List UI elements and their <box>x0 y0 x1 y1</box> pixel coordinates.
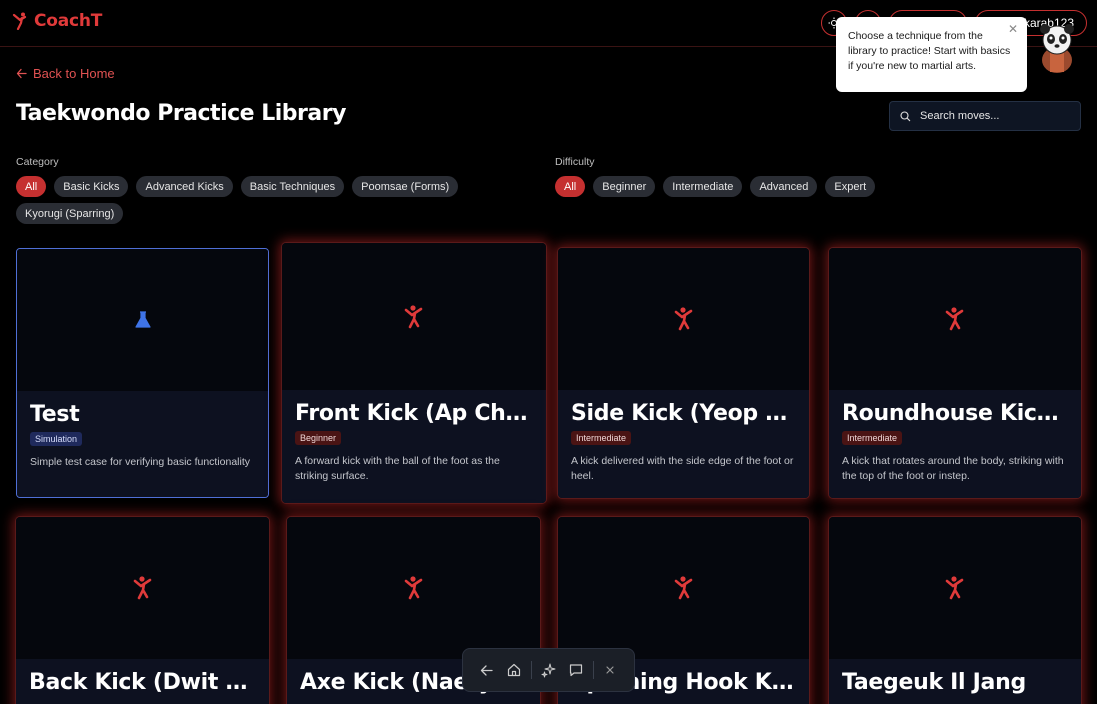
card-media <box>282 243 546 390</box>
difficulty-badge: Intermediate <box>842 431 903 445</box>
card-description: Simple test case for verifying basic fun… <box>30 456 251 468</box>
chat-icon <box>569 664 583 677</box>
floating-toolbar <box>462 648 635 692</box>
technique-card[interactable]: Front Kick (Ap Chagi) Beginner A forward… <box>282 243 546 503</box>
toolbar-ai-button[interactable] <box>537 659 559 681</box>
toolbar-divider <box>530 661 532 679</box>
category-chip-basic-kicks[interactable]: Basic Kicks <box>54 176 129 197</box>
card-description: A forward kick with the ball of the foot… <box>295 455 500 482</box>
kick-icon <box>945 576 964 600</box>
arrow-left-icon <box>16 68 27 79</box>
difficulty-label: Difficulty <box>555 156 595 168</box>
card-body: Back Kick (Dwit Chagi) <box>16 659 269 704</box>
toolbar-chat-button[interactable] <box>565 659 587 681</box>
kick-icon <box>404 304 423 328</box>
difficulty-badge: Beginner <box>295 431 342 445</box>
difficulty-badge: Intermediate <box>571 431 632 445</box>
card-title: Back Kick (Dwit Chagi) <box>29 670 256 695</box>
category-chip-advanced-kicks[interactable]: Advanced Kicks <box>136 176 233 197</box>
card-media <box>829 517 1081 659</box>
technique-card[interactable]: Side Kick (Yeop Chagi) Intermediate A ki… <box>558 248 809 498</box>
toolbar-divider <box>592 661 594 679</box>
technique-card[interactable]: Roundhouse Kick (Dollyeo Chagi) Intermed… <box>829 248 1081 498</box>
card-body: Taegeuk Il Jang <box>829 659 1081 704</box>
back-to-home-link[interactable]: Back to Home <box>16 66 115 81</box>
difficulty-filter: All Beginner Intermediate Advanced Exper… <box>555 176 955 197</box>
card-title: Test <box>30 402 80 427</box>
card-media <box>17 249 268 391</box>
card-media <box>558 517 809 659</box>
card-title: Taegeuk Il Jang <box>842 670 1026 695</box>
card-body: Front Kick (Ap Chagi) Beginner A forward… <box>282 390 546 503</box>
kick-icon <box>133 576 151 600</box>
difficulty-badge: Simulation <box>30 432 83 446</box>
category-filter: All Basic Kicks Advanced Kicks Basic Tec… <box>16 176 486 224</box>
category-chip-poomsae[interactable]: Poomsae (Forms) <box>352 176 459 197</box>
difficulty-chip-advanced[interactable]: Advanced <box>750 176 818 197</box>
card-body: Test Simulation Simple test case for ver… <box>17 391 268 497</box>
technique-card[interactable]: Taegeuk Il Jang <box>829 517 1081 704</box>
technique-card[interactable]: Back Kick (Dwit Chagi) <box>16 517 269 704</box>
card-body: Roundhouse Kick (Dollyeo Chagi) Intermed… <box>829 390 1081 498</box>
technique-card[interactable]: Test Simulation Simple test case for ver… <box>16 248 269 498</box>
kick-icon <box>404 576 422 600</box>
toolbar-close-button[interactable] <box>599 659 621 681</box>
card-description: A kick that rotates around the body, str… <box>842 455 1064 482</box>
close-icon[interactable]: ✕ <box>1008 22 1018 37</box>
toolbar-back-button[interactable] <box>476 659 498 681</box>
onboarding-tooltip: Choose a technique from the library to p… <box>836 17 1027 92</box>
difficulty-chip-all[interactable]: All <box>555 176 586 197</box>
app-name: CoachT <box>34 11 103 31</box>
card-media <box>829 248 1081 390</box>
category-chip-basic-techniques[interactable]: Basic Techniques <box>240 176 345 197</box>
category-label: Category <box>16 156 59 168</box>
card-title: Side Kick (Yeop Chagi) <box>571 401 796 426</box>
flask-icon <box>134 311 151 328</box>
difficulty-chip-intermediate[interactable]: Intermediate <box>663 176 743 197</box>
panda-mascot-icon <box>1040 24 1074 73</box>
card-media <box>16 517 269 659</box>
back-icon <box>481 664 493 676</box>
card-body: Side Kick (Yeop Chagi) Intermediate A ki… <box>558 390 809 498</box>
card-media <box>558 248 809 390</box>
category-chip-kyorugi[interactable]: Kyorugi (Sparring) <box>16 203 124 224</box>
difficulty-chip-beginner[interactable]: Beginner <box>593 176 656 197</box>
category-chip-all[interactable]: All <box>16 176 47 197</box>
logo[interactable]: CoachT <box>12 11 102 31</box>
logo-icon <box>12 12 27 30</box>
search-icon <box>900 110 911 121</box>
kick-icon <box>674 576 692 600</box>
search-input[interactable] <box>920 110 1070 122</box>
kick-icon <box>945 307 964 331</box>
page-title: Taekwondo Practice Library <box>16 101 346 126</box>
card-media <box>287 517 540 659</box>
difficulty-chip-expert[interactable]: Expert <box>825 176 876 197</box>
card-title: Roundhouse Kick (Dollyeo Chagi) <box>842 401 1068 426</box>
tooltip-text: Choose a technique from the library to p… <box>848 30 1011 72</box>
card-title: Front Kick (Ap Chagi) <box>295 401 533 426</box>
home-icon <box>508 663 521 677</box>
sparkle-icon <box>541 663 556 677</box>
close-icon <box>606 666 614 674</box>
card-description: A kick delivered with the side edge of t… <box>571 455 794 482</box>
kick-icon <box>674 307 692 331</box>
back-label: Back to Home <box>33 66 115 81</box>
search-box[interactable] <box>889 101 1081 131</box>
toolbar-home-button[interactable] <box>503 659 525 681</box>
